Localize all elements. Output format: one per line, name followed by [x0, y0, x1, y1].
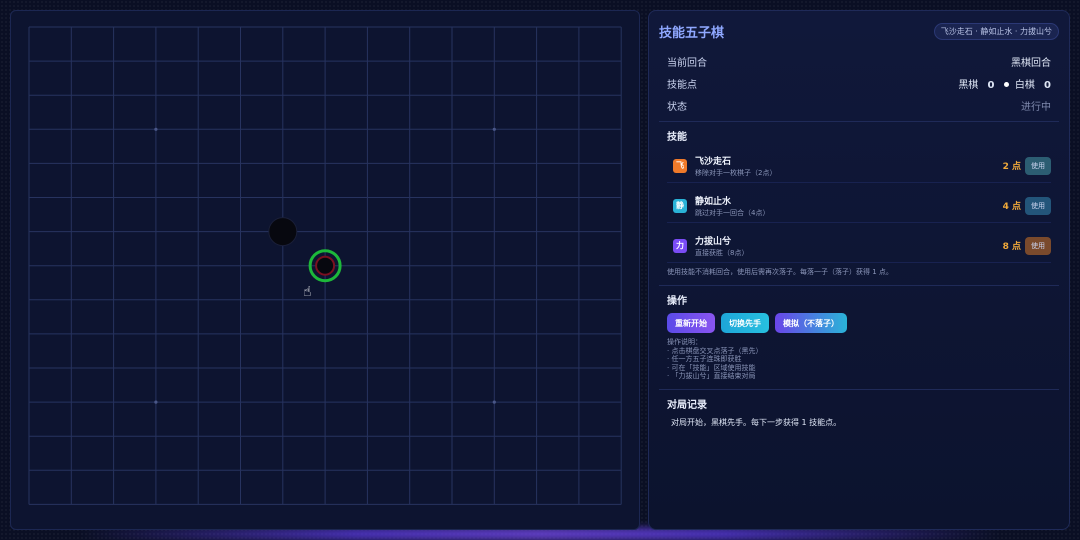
stone: [268, 217, 298, 247]
state-label: 状态: [667, 101, 687, 113]
hand-cursor-icon: ☝: [303, 284, 312, 300]
divider: [659, 121, 1059, 122]
jing-icon: 静: [673, 198, 687, 213]
divider: [659, 388, 1059, 390]
use-skill-button[interactable]: 使用: [1025, 196, 1051, 215]
skill-text: 静如止水 跳过对手一回合（4点）: [695, 194, 1003, 218]
skill-tagline: 飞沙走石 · 静如止水 · 力拔山兮: [933, 22, 1059, 40]
state-row: 状态 进行中: [667, 97, 1051, 113]
skill-cost: 4 点: [1002, 202, 1021, 212]
use-skill-button[interactable]: 使用: [1025, 156, 1051, 175]
skill-name: 静如止水: [695, 196, 732, 207]
help-line: · 任一方五子连珠即获胜: [667, 355, 742, 363]
panel-header: 技能五子棋 飞沙走石 · 静如止水 · 力拔山兮: [659, 19, 1059, 43]
points-row: 技能点 黑棋 0 白棋 0: [667, 75, 1051, 91]
log-title: 对局记录: [667, 399, 707, 411]
black-points: 0: [987, 79, 995, 91]
log-section: 对局记录 对局开始，黑棋先手。每下一步获得 1 技能点。: [659, 396, 1059, 428]
stone: [315, 255, 336, 276]
points-label: 技能点: [667, 79, 697, 91]
ops-title: 操作: [667, 296, 687, 307]
help-line: · 「力拔山兮」直接结束对局: [667, 372, 756, 380]
turn-row: 当前回合 黑棋回合: [667, 53, 1051, 69]
star-point: [154, 127, 158, 131]
points-values: 黑棋 0 白棋 0: [958, 76, 1051, 91]
skill-name: 飞沙走石: [695, 156, 732, 167]
skill-jingru: 静 静如止水 跳过对手一回合（4点） 4 点 使用: [667, 189, 1051, 223]
skill-desc: 跳过对手一回合（4点）: [695, 208, 770, 217]
skill-cost: 2 点: [1002, 162, 1021, 172]
log-entry: 对局开始，黑棋先手。每下一步获得 1 技能点。: [671, 417, 842, 427]
ops-section: 操作 重新开始 切换先手 模拟（不落子） 操作说明： · 点击棋盘交叉点落子（黑…: [659, 292, 1059, 381]
help-text: 操作说明： · 点击棋盘交叉点落子（黑先） · 任一方五子连珠即获胜 · 可在「…: [667, 338, 1051, 381]
state-value: 进行中: [1021, 101, 1051, 113]
board-grid[interactable]: [11, 11, 641, 531]
star-point: [154, 400, 158, 404]
li-icon: 力: [673, 238, 687, 253]
star-point: [492, 127, 496, 131]
gomoku-board[interactable]: ☝: [10, 10, 640, 530]
white-points: 0: [1044, 79, 1051, 91]
skills-section: 技能 飞 飞沙走石 移除对手一枚棋子（2点） 2 点 使用 静 静如止水 跳过对…: [659, 128, 1059, 277]
skill-text: 力拔山兮 直接获胜（8点）: [695, 234, 1003, 258]
help-line: · 可在「技能」区域使用技能: [667, 363, 756, 372]
ops-buttons: 重新开始 切换先手 模拟（不落子）: [667, 313, 1051, 333]
switch-first-button[interactable]: 切换先手: [721, 313, 769, 333]
white-label: 白棋: [1014, 79, 1035, 91]
skills-note: 使用技能不消耗回合，使用后需再次落子。每落一子（落子）获得 1 点。: [667, 268, 893, 276]
black-label: 黑棋: [958, 79, 979, 91]
skill-feisha: 飞 飞沙走石 移除对手一枚棋子（2点） 2 点 使用: [667, 149, 1051, 183]
star-point: [492, 400, 496, 404]
turn-label: 当前回合: [667, 57, 707, 69]
skills-title: 技能: [667, 132, 687, 143]
use-skill-button[interactable]: 使用: [1025, 236, 1051, 255]
skill-name: 力拔山兮: [695, 236, 732, 247]
skill-text: 飞沙走石 移除对手一枚棋子（2点）: [695, 154, 1003, 178]
skill-cost: 8 点: [1002, 242, 1021, 252]
divider: [659, 285, 1059, 286]
restart-button[interactable]: 重新开始: [667, 313, 715, 333]
side-panel: 技能五子棋 飞沙走石 · 静如止水 · 力拔山兮 当前回合 黑棋回合 技能点 黑…: [648, 10, 1070, 530]
status-section: 当前回合 黑棋回合 技能点 黑棋 0 白棋 0 状态 进行中: [659, 53, 1059, 113]
help-line: · 点击棋盘交叉点落子（黑先）: [667, 346, 763, 355]
turn-value: 黑棋回合: [1011, 57, 1051, 69]
skill-desc: 移除对手一枚棋子（2点）: [695, 168, 777, 177]
fei-icon: 飞: [673, 158, 687, 173]
skill-liba: 力 力拔山兮 直接获胜（8点） 8 点 使用: [667, 229, 1051, 263]
game-title: 技能五子棋: [659, 25, 725, 41]
simulate-button[interactable]: 模拟（不落子）: [775, 313, 847, 333]
white-dot-icon: [1003, 81, 1009, 87]
help-line: 操作说明：: [667, 338, 702, 346]
skill-desc: 直接获胜（8点）: [695, 248, 749, 257]
